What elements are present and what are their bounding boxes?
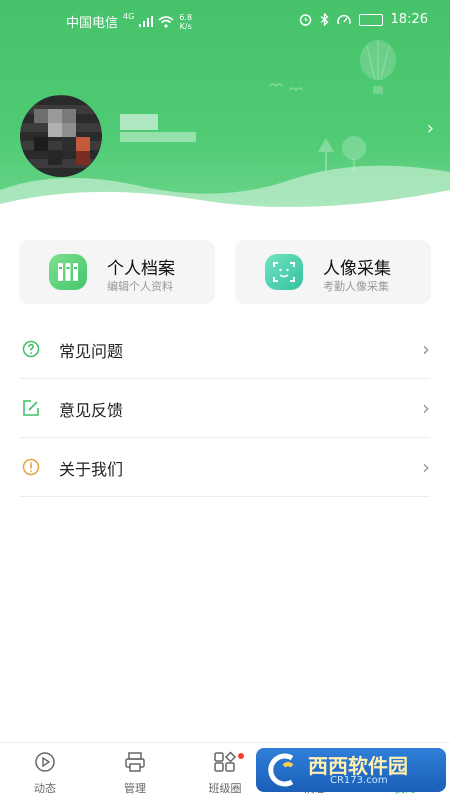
watermark-url: CR173.com: [330, 775, 388, 786]
network-type: 4G: [123, 12, 135, 21]
card-subtitle: 编辑个人资料: [107, 280, 173, 293]
menu-item-feedback[interactable]: 意见反馈 ›: [20, 379, 430, 438]
menu-item-faq[interactable]: 常见问题 ›: [20, 320, 430, 379]
bluetooth-icon: [320, 13, 328, 26]
grid-icon: [214, 751, 237, 772]
watermark-logo-icon: [268, 753, 294, 787]
network-speed: 6.8 K/s: [179, 12, 193, 31]
profile-subtitle-blurred: [120, 132, 196, 142]
face-collection-card[interactable]: 人像采集 考勤人像采集: [235, 240, 431, 304]
speed-gauge-icon: [336, 14, 351, 24]
header-wave: [0, 165, 450, 225]
play-circle-icon: [35, 752, 55, 772]
balloon-illustration: [360, 40, 396, 94]
clock-time: 18:26: [390, 12, 428, 27]
chevron-right-icon: ›: [422, 455, 430, 479]
alarm-icon: [299, 14, 311, 26]
tab-class-circle[interactable]: 班级圈: [195, 751, 255, 796]
tab-manage[interactable]: 管理: [105, 751, 165, 796]
chevron-right-icon: ›: [422, 337, 430, 361]
personal-archive-card[interactable]: 个人档案 编辑个人资料: [19, 240, 215, 304]
tab-label: 动态: [34, 782, 56, 795]
profile-arrow-icon[interactable]: ›: [427, 118, 434, 139]
tab-label: 管理: [124, 782, 146, 795]
card-title: 人像采集: [323, 259, 391, 279]
menu-item-label: 意见反馈: [59, 401, 124, 420]
settings-menu: 常见问题 › 意见反馈 › 关于我们 ›: [0, 320, 450, 497]
card-title: 个人档案: [107, 259, 175, 279]
question-circle-icon: [22, 340, 40, 358]
signal-icon: [139, 16, 154, 27]
printer-icon: [125, 752, 145, 772]
quick-cards: 个人档案 编辑个人资料 人像采集 考勤人像采集: [0, 240, 450, 304]
profile-header: 中国电信 4G 6.8 K/s 18:26 ›: [0, 0, 450, 225]
menu-item-about[interactable]: 关于我们 ›: [20, 438, 430, 497]
profile-name-blurred: [120, 114, 158, 130]
carrier-name: 中国电信: [66, 16, 119, 31]
face-scan-icon: [265, 254, 303, 290]
status-bar: 中国电信 4G 6.8 K/s 18:26: [0, 0, 450, 40]
notification-badge: [238, 753, 244, 759]
site-watermark: 西西软件园 CR173.com: [256, 748, 446, 792]
chevron-right-icon: ›: [422, 396, 430, 420]
wifi-icon: [158, 15, 174, 28]
birds-illustration: [269, 83, 303, 92]
menu-item-label: 常见问题: [59, 342, 124, 361]
edit-square-icon: [23, 400, 39, 416]
info-circle-icon: [22, 458, 40, 476]
bottom-tab-bar: 动态 管理 班级圈 消息 我的: [0, 742, 450, 800]
archive-icon: [49, 254, 87, 290]
tab-label: 班级圈: [208, 782, 242, 795]
menu-item-label: 关于我们: [59, 460, 124, 479]
card-subtitle: 考勤人像采集: [323, 280, 389, 293]
tab-dynamics[interactable]: 动态: [15, 751, 75, 796]
battery-icon: [358, 13, 383, 26]
